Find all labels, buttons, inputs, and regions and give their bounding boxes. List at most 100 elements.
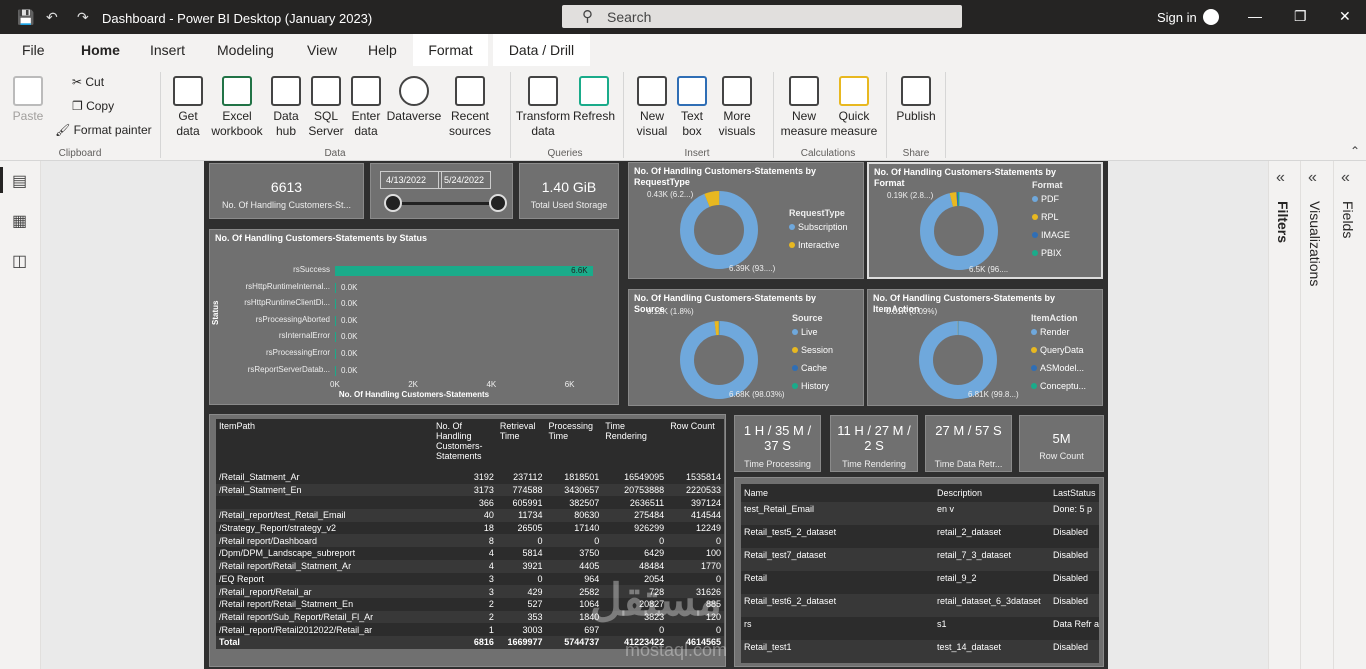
refresh-button[interactable]: Refresh (572, 76, 616, 124)
tab-modeling[interactable]: Modeling (217, 42, 274, 58)
publish-button[interactable]: Publish (893, 76, 939, 124)
donut-chart[interactable]: No. Of Handling Customers-Statements by … (867, 289, 1103, 406)
legend-item[interactable]: PDF (1032, 194, 1059, 204)
legend-item[interactable]: History (792, 381, 829, 391)
expand-visualizations-icon[interactable]: « (1308, 169, 1317, 187)
cut-button[interactable]: ✂ Cut (72, 75, 104, 89)
legend-item[interactable]: Session (792, 345, 833, 355)
tab-format[interactable]: Format (413, 34, 488, 66)
date-slicer[interactable]: 4/13/2022 5/24/2022 (370, 163, 513, 219)
column-header[interactable]: Time Rendering (602, 419, 668, 471)
bar[interactable] (335, 349, 336, 359)
filters-pane[interactable]: « Filters (1268, 161, 1300, 669)
column-header[interactable]: ItemPath (216, 419, 433, 471)
tab-file[interactable]: File (22, 42, 45, 58)
date-from-input[interactable]: 4/13/2022 (380, 171, 442, 189)
legend-item[interactable]: Conceptu... (1031, 381, 1086, 391)
new-measure-button[interactable]: New measure (778, 76, 830, 139)
column-header[interactable]: Row Count (667, 419, 724, 471)
donut-slice[interactable] (680, 321, 758, 399)
column-header[interactable]: No. Of Handling Customers-Statements (432, 419, 497, 471)
search-box[interactable]: ⚲ Search (562, 5, 962, 28)
excel-workbook-button[interactable]: Excel workbook (208, 76, 266, 139)
legend-item[interactable]: Cache (792, 363, 827, 373)
table-row[interactable]: /Retail report/Retail_Statment_Ar 4 3921 44… (216, 559, 724, 573)
donut-chart[interactable]: No. Of Handling Customers-Statements by … (628, 289, 864, 406)
bar[interactable] (335, 299, 336, 310)
close-icon[interactable]: ✕ (1339, 8, 1351, 25)
time-data-retrieval-card[interactable]: 27 M / 57 S Time Data Retr... (925, 415, 1012, 472)
paste-button[interactable]: Paste (10, 76, 46, 124)
legend-item[interactable]: QueryData (1031, 345, 1084, 355)
donut-chart[interactable]: No. Of Handling Customers-Statements by … (628, 162, 864, 279)
time-processing-card[interactable]: 1 H / 35 M / 37 S Time Processing (734, 415, 821, 472)
bar[interactable] (335, 365, 336, 376)
table-row[interactable]: /Retail_Statment_Ar 3192 237112 1818501 1654… (216, 471, 724, 484)
transform-data-button[interactable]: Transform data (514, 76, 572, 139)
model-view-icon[interactable]: ◫ (12, 251, 27, 271)
legend-item[interactable]: Subscription (789, 222, 848, 232)
bar[interactable] (335, 266, 594, 276)
bar[interactable] (335, 282, 336, 293)
redo-icon[interactable]: ↷ (77, 9, 89, 26)
data-hub-button[interactable]: Data hub (266, 76, 306, 139)
slider-end-handle[interactable] (489, 194, 507, 212)
subscriptions-table[interactable]: Name Description LastStatus test_Retail_Em… (734, 477, 1104, 667)
quick-measure-button[interactable]: Quick measure (828, 76, 880, 139)
column-header[interactable]: Description (934, 484, 1050, 502)
tab-data-drill[interactable]: Data / Drill (493, 34, 590, 66)
status-bar-chart[interactable]: No. Of Handling Customers-Statements by … (209, 229, 619, 405)
new-visual-button[interactable]: New visual (630, 76, 674, 139)
tab-help[interactable]: Help (368, 42, 397, 58)
column-header[interactable]: Name (741, 484, 934, 502)
collapse-filters-icon[interactable]: « (1276, 169, 1285, 187)
item-path-table[interactable]: ItemPath No. Of Handling Customers-Statem… (209, 414, 726, 667)
table-row[interactable]: 366 605991 382507 2636511 397124 (216, 496, 724, 510)
copy-button[interactable]: ❐ Copy (72, 99, 114, 113)
minimize-icon[interactable]: — (1248, 8, 1262, 24)
table-row[interactable]: /Retail_report/test_Retail_Email 40 11734 8… (216, 509, 724, 522)
donut-slice[interactable] (920, 192, 998, 270)
collapse-ribbon-icon[interactable]: ⌃ (1350, 144, 1360, 158)
table-row[interactable]: Retail retail_9_2 Disabled (741, 571, 1099, 594)
table-row[interactable]: /Retail report/Dashboard 8 0 0 0 0 (216, 534, 724, 548)
donut-chart[interactable]: No. Of Handling Customers-Statements by … (867, 162, 1103, 279)
column-header[interactable]: Retrieval Time (496, 419, 546, 471)
bar[interactable] (335, 332, 336, 343)
slider-start-handle[interactable] (384, 194, 402, 212)
table-row[interactable]: Retail_test6_2_dataset retail_dataset_6_3… (741, 594, 1099, 617)
save-icon[interactable]: 💾 (17, 9, 34, 26)
legend-item[interactable]: Interactive (789, 240, 840, 250)
column-header[interactable]: Processing Time (545, 419, 603, 471)
data-view-icon[interactable]: ▦ (12, 211, 27, 231)
table-row[interactable]: Retail_test5_2_dataset retail_2_dataset Di… (741, 525, 1099, 548)
donut-slice[interactable] (919, 321, 997, 399)
get-data-button[interactable]: Get data (166, 76, 210, 139)
report-view-icon[interactable]: ▤ (12, 171, 27, 191)
expand-fields-icon[interactable]: « (1341, 169, 1350, 187)
table-row[interactable]: /Dpm/DPM_Landscape_subreport 4 5814 3750 642… (216, 547, 724, 560)
legend-item[interactable]: ASModel... (1031, 363, 1084, 373)
fields-pane[interactable]: « Fields (1333, 161, 1365, 669)
table-row[interactable]: rss1Data Refr a7f0-00be (741, 617, 1099, 640)
table-row[interactable]: test_Retail_Email en v Done: 5 p (741, 502, 1099, 525)
enter-data-button[interactable]: Enter data (347, 76, 385, 139)
table-row[interactable]: Retail_test1 test_14_dataset Disabled (741, 640, 1099, 663)
storage-card[interactable]: 1.40 GiB Total Used Storage (519, 163, 619, 219)
bar[interactable] (335, 315, 336, 326)
legend-item[interactable]: RPL (1032, 212, 1059, 222)
time-rendering-card[interactable]: 11 H / 27 M / 2 S Time Rendering (830, 415, 918, 472)
row-count-card[interactable]: 5M Row Count (1019, 415, 1104, 472)
donut-slice[interactable] (680, 191, 758, 269)
count-card[interactable]: 6613 No. Of Handling Customers-St... (209, 163, 364, 219)
legend-item[interactable]: Render (1031, 327, 1070, 337)
legend-item[interactable]: Live (792, 327, 818, 337)
legend-item[interactable]: PBIX (1032, 248, 1062, 258)
dataverse-button[interactable]: Dataverse (386, 76, 442, 124)
account-toggle[interactable] (1203, 9, 1219, 25)
format-painter-button[interactable]: 🖌 Format painter (55, 123, 152, 137)
table-row[interactable]: /Strategy_Report/strategy_v2 18 26505 17140… (216, 521, 724, 535)
legend-item[interactable]: IMAGE (1032, 230, 1070, 240)
sign-in-link[interactable]: Sign in (1157, 10, 1197, 25)
table-row[interactable]: /Retail_Statment_En 3173 774588 3430657 2075… (216, 483, 724, 497)
